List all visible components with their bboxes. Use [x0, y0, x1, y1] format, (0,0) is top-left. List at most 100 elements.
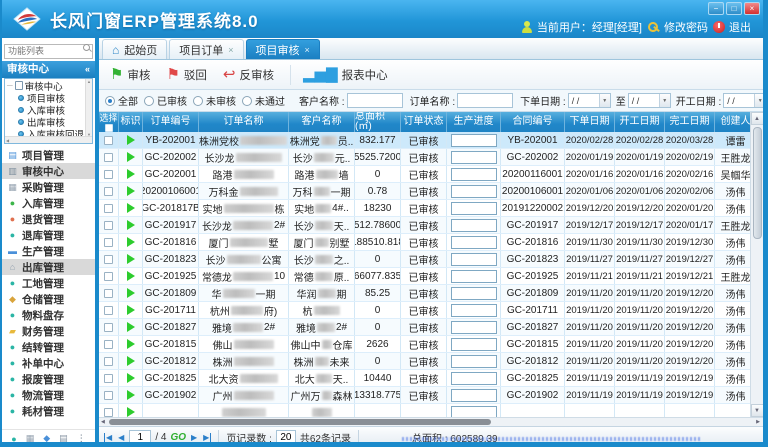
sidebar-menu-item[interactable]: ● 补单中心 [2, 355, 95, 371]
sidebar-menu-item[interactable]: ⌂ 出库管理 [2, 259, 95, 275]
sidebar-menu-item[interactable]: ● 退库管理 [2, 227, 95, 243]
table-row[interactable]: GC-201816 厦门墅 厦门别墅 188510.818 已审核 GC-201… [99, 234, 750, 251]
page-number-input[interactable] [129, 430, 151, 444]
tab[interactable]: ⌂ 起始页 [102, 39, 167, 59]
tab[interactable]: 项目审核 × [246, 39, 320, 59]
row-checkbox[interactable] [104, 357, 113, 366]
table-row[interactable]: GC-201902 广州 广州万森林 13318.775 已审核 GC-2019… [99, 387, 750, 404]
table-row[interactable]: 20200106001 万科金 万科一期 0.78 已审核 2020010600… [99, 183, 750, 200]
column-header-order-no[interactable]: 订单编号 [143, 112, 199, 132]
select-all-checkbox[interactable] [105, 124, 113, 132]
tab[interactable]: 项目订单 × [169, 39, 243, 59]
column-header-area[interactable]: 总面积(㎡) [355, 112, 401, 132]
last-page-button[interactable]: ▶ [202, 433, 211, 442]
sidebar-menu-item[interactable]: ● 工地管理 [2, 275, 95, 291]
sidebar-menu-item[interactable]: ▦ 采购管理 [2, 179, 95, 195]
table-row[interactable] [99, 404, 750, 417]
customer-name-input[interactable] [347, 93, 403, 108]
chevron-down-icon[interactable]: ▼ [599, 94, 610, 107]
cart-icon[interactable]: ▦ [26, 433, 35, 444]
sidebar-menu-item[interactable]: ● 退货管理 [2, 211, 95, 227]
table-row[interactable]: YB-202001 株洲党校 株洲党员.. 832.177 已审核 YB-202… [99, 132, 750, 149]
table-row[interactable]: GC-202002 长沙龙 长沙元.. 65525.7200.. 已审核 GC-… [99, 149, 750, 166]
sidebar-menu-item[interactable]: ● 物流管理 [2, 387, 95, 403]
tree-vertical-scrollbar[interactable]: ▲▼ [85, 79, 92, 137]
sidebar-menu-item[interactable]: ● 耗材管理 [2, 403, 95, 419]
sidebar-menu-item[interactable]: ● 入库管理 [2, 195, 95, 211]
brush-icon[interactable]: ◆ [43, 433, 50, 444]
document-icon[interactable]: ▤ [59, 433, 68, 444]
row-checkbox[interactable] [104, 238, 113, 247]
toolbar-button[interactable]: ↩ 反审核 [218, 64, 283, 86]
minimize-button[interactable]: − [708, 2, 724, 15]
column-header-finish-date[interactable]: 完工日期 [665, 112, 715, 132]
chevron-down-icon[interactable]: ▼ [659, 94, 670, 107]
sidebar-menu-item[interactable]: ◆ 仓储管理 [2, 291, 95, 307]
filter-radio[interactable]: 未审核 [193, 93, 236, 108]
scroll-up-arrow[interactable]: ▲ [751, 112, 764, 125]
column-header-select[interactable]: 选择 [99, 112, 119, 132]
table-row[interactable]: GC-201809 华一期 华润期 85.25 已审核 GC-201809 20… [99, 285, 750, 302]
sidebar-menu-item[interactable]: ▰ 财务管理 [2, 323, 95, 339]
scroll-right-arrow[interactable]: ▶ [756, 419, 760, 425]
radio-dot[interactable] [105, 96, 115, 106]
row-checkbox[interactable] [104, 136, 113, 145]
toolbar-button[interactable]: ⚑ 驳回 [161, 64, 215, 86]
column-header-start-date[interactable]: 开工日期 [615, 112, 665, 132]
tab-close-icon[interactable]: × [305, 45, 310, 55]
column-header-order-name[interactable]: 订单名称 [199, 112, 289, 132]
column-header-contract[interactable]: 合同编号 [501, 112, 565, 132]
first-page-button[interactable]: ◀ [104, 433, 113, 442]
horizontal-scroll-thumb[interactable] [109, 419, 491, 425]
scroll-down-arrow[interactable]: ▼ [751, 404, 764, 417]
row-checkbox[interactable] [104, 272, 113, 281]
radio-dot[interactable] [193, 96, 203, 106]
chevron-down-icon[interactable]: ▼ [754, 94, 763, 107]
order-date-end-picker[interactable]: / / ▼ [628, 93, 671, 108]
table-row[interactable]: GC-201823 长沙公寓 长沙之.. 0 已审核 GC-201823 201… [99, 251, 750, 268]
sidebar-menu-item[interactable]: ▤ 项目管理 [2, 147, 95, 163]
column-header-customer[interactable]: 客户名称 [289, 112, 355, 132]
row-checkbox[interactable] [104, 204, 113, 213]
table-row[interactable]: GC-201815 佛山 佛山中仓库 2626 已审核 GC-201815 20… [99, 336, 750, 353]
page-size-input[interactable] [276, 430, 296, 444]
row-checkbox[interactable] [104, 289, 113, 298]
table-row[interactable]: GC-201917 长沙龙2# 长沙天.. 8512.78600.. 已审核 G… [99, 217, 750, 234]
column-header-status[interactable]: 订单状态 [401, 112, 447, 132]
go-button[interactable]: GO [170, 432, 186, 443]
table-row[interactable]: GC-201825 北大资 北大天.. 10440 已审核 GC-201825 … [99, 370, 750, 387]
filter-radio[interactable]: 全部 [105, 93, 138, 108]
logout-button[interactable]: 退出 [713, 19, 751, 35]
sidebar-menu-item[interactable]: ▥ 审核中心 [2, 163, 95, 179]
collapse-icon[interactable]: « [85, 61, 90, 78]
vertical-scrollbar[interactable]: ▲ ▼ [750, 112, 763, 417]
change-password-button[interactable]: 修改密码 [647, 19, 708, 35]
order-date-picker[interactable]: / / ▼ [568, 93, 611, 108]
tab-close-icon[interactable]: × [228, 45, 233, 55]
row-checkbox[interactable] [104, 391, 113, 400]
row-checkbox[interactable] [104, 255, 113, 264]
row-checkbox[interactable] [104, 306, 113, 315]
column-header-flag[interactable]: 标识 [119, 112, 143, 132]
sidebar-menu-item[interactable]: ● 结转管理 [2, 339, 95, 355]
radio-dot[interactable] [144, 96, 154, 106]
toolbar-button[interactable]: ▂▅▇ 报表中心 [298, 64, 397, 86]
radio-dot[interactable] [242, 96, 252, 106]
column-header-order-date[interactable]: 下单日期 [565, 112, 615, 132]
row-checkbox[interactable] [104, 170, 113, 179]
column-header-creator[interactable]: 创建人 [715, 112, 750, 132]
prev-page-button[interactable]: ◀ [117, 433, 125, 442]
row-checkbox[interactable] [104, 408, 113, 417]
row-checkbox[interactable] [104, 323, 113, 332]
column-header-progress[interactable]: 生产进度 [447, 112, 501, 132]
order-name-input[interactable] [457, 93, 513, 108]
sidebar-menu-item[interactable]: ● 物料盘存 [2, 307, 95, 323]
dot-icon[interactable]: ● [11, 434, 16, 444]
vertical-scroll-thumb[interactable] [753, 127, 762, 239]
next-page-button[interactable]: ▶ [190, 433, 198, 442]
row-checkbox[interactable] [104, 187, 113, 196]
close-button[interactable]: × [744, 2, 760, 15]
table-row[interactable]: GC-201827 雅境2# 雅境2# 0 已审核 GC-201827 2019… [99, 319, 750, 336]
table-row[interactable]: GC-201812 株洲 株洲未来 0 已审核 GC-201812 2019/1… [99, 353, 750, 370]
scroll-left-arrow[interactable]: ◀ [101, 419, 105, 425]
